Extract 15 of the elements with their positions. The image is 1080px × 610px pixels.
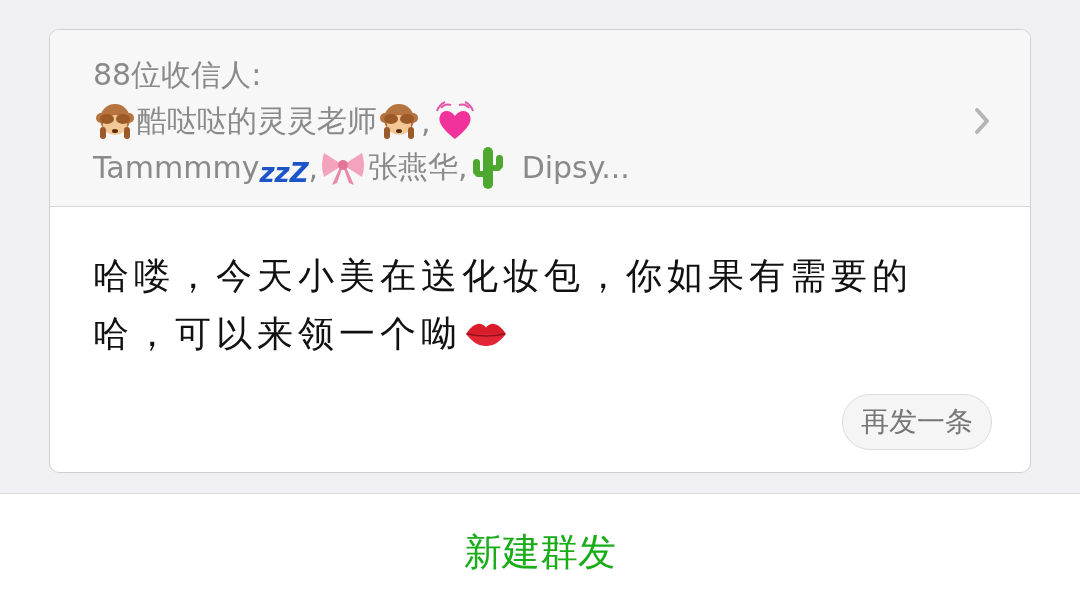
chevron-icon [974, 107, 990, 135]
monkey-icon [379, 101, 419, 141]
recipient-text: 张燕华, [368, 147, 468, 186]
sleep-text: zzZ [259, 158, 309, 188]
recipients-label: 88位收信人: [93, 55, 262, 94]
recipient-text: Tammmmy [93, 149, 260, 185]
resend-button[interactable]: 再发一条 [842, 394, 992, 450]
recipient-text: 酷哒哒的灵灵老师 [137, 101, 377, 140]
monkey-icon [95, 101, 135, 141]
recipient-text: , [421, 103, 431, 139]
message-text: 哈，可以来领一个呦 [93, 312, 462, 356]
message-text: 哈喽，今天小美在送化妆包，你如果有需要的 [93, 254, 913, 298]
new-broadcast-link[interactable]: 新建群发 [464, 526, 616, 578]
recipient-text: , [308, 149, 319, 185]
recipient-text: Dipsy... [521, 149, 630, 185]
